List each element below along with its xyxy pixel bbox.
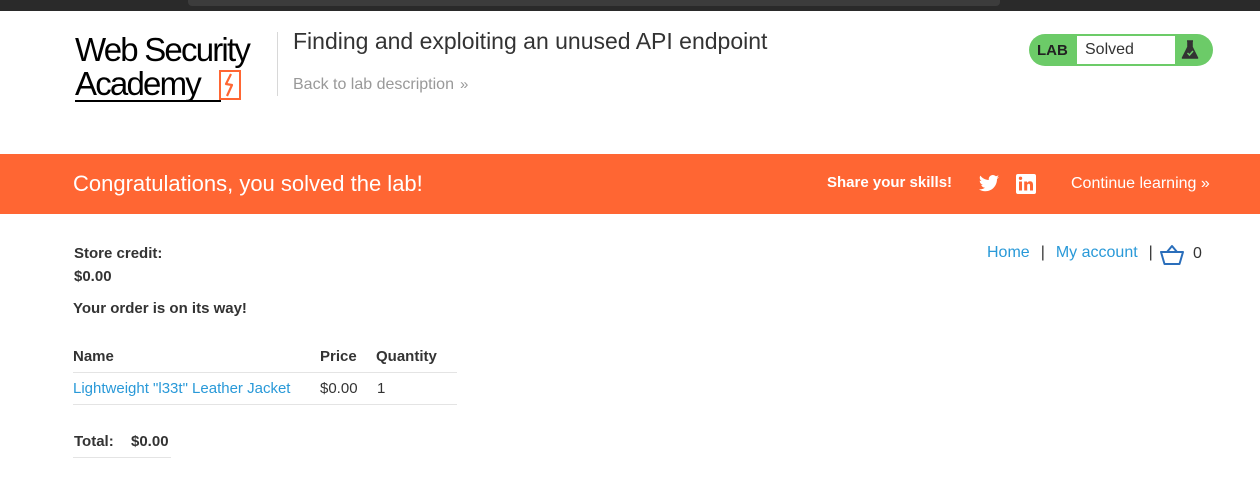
logo-lightning-icon [219, 70, 241, 100]
order-confirmation-message: Your order is on its way! [73, 300, 247, 317]
back-to-description-link[interactable]: Back to lab description » [293, 76, 468, 94]
flask-icon [1181, 40, 1199, 59]
continue-learning-label: Continue learning [1071, 175, 1197, 192]
nav-separator: | [1040, 244, 1045, 261]
column-header-price: Price [320, 348, 357, 365]
share-label: Share your skills! [827, 174, 953, 191]
linkedin-icon[interactable] [1016, 174, 1036, 194]
double-chevron-right-icon: » [1196, 175, 1210, 192]
academy-logo[interactable]: Web Security Academy [75, 32, 275, 104]
browser-tab-strip [188, 0, 1000, 6]
solved-banner: Congratulations, you solved the lab! Sha… [0, 154, 1260, 214]
logo-line1: Web Security [75, 31, 251, 68]
lab-title: Finding and exploiting an unused API end… [293, 28, 768, 54]
table-divider [73, 372, 457, 373]
store-credit-label: Store credit: [74, 245, 163, 262]
total-label: Total: [74, 433, 114, 450]
lab-badge: LAB [1037, 42, 1068, 59]
lab-status-widget[interactable]: LAB Solved [1029, 34, 1213, 66]
logo-line2: Academy [75, 65, 202, 102]
column-header-quantity: Quantity [376, 348, 437, 365]
back-link-label: Back to lab description [293, 76, 454, 93]
continue-learning-link[interactable]: Continue learning » [1071, 175, 1210, 193]
twitter-icon[interactable] [978, 174, 1000, 194]
product-quantity: 1 [377, 380, 386, 397]
total-value: $0.00 [131, 433, 169, 450]
cart-count: 0 [1193, 245, 1202, 262]
product-name-link[interactable]: Lightweight "l33t" Leather Jacket [73, 380, 290, 397]
home-link[interactable]: Home [987, 244, 1030, 261]
my-account-link[interactable]: My account [1056, 244, 1138, 261]
cart-icon[interactable] [1160, 244, 1184, 266]
congratulations-message: Congratulations, you solved the lab! [73, 171, 423, 196]
double-chevron-right-icon: » [459, 76, 469, 93]
column-header-name: Name [73, 348, 114, 365]
logo-underline [75, 100, 221, 102]
header-divider [277, 32, 278, 96]
table-divider [73, 404, 457, 405]
product-price: $0.00 [320, 380, 358, 397]
total-divider [73, 457, 171, 458]
lab-status-text: Solved [1077, 36, 1175, 64]
store-credit-value: $0.00 [74, 268, 112, 285]
nav-separator: | [1148, 244, 1153, 261]
top-navigation: Home | My account | [987, 244, 1164, 262]
